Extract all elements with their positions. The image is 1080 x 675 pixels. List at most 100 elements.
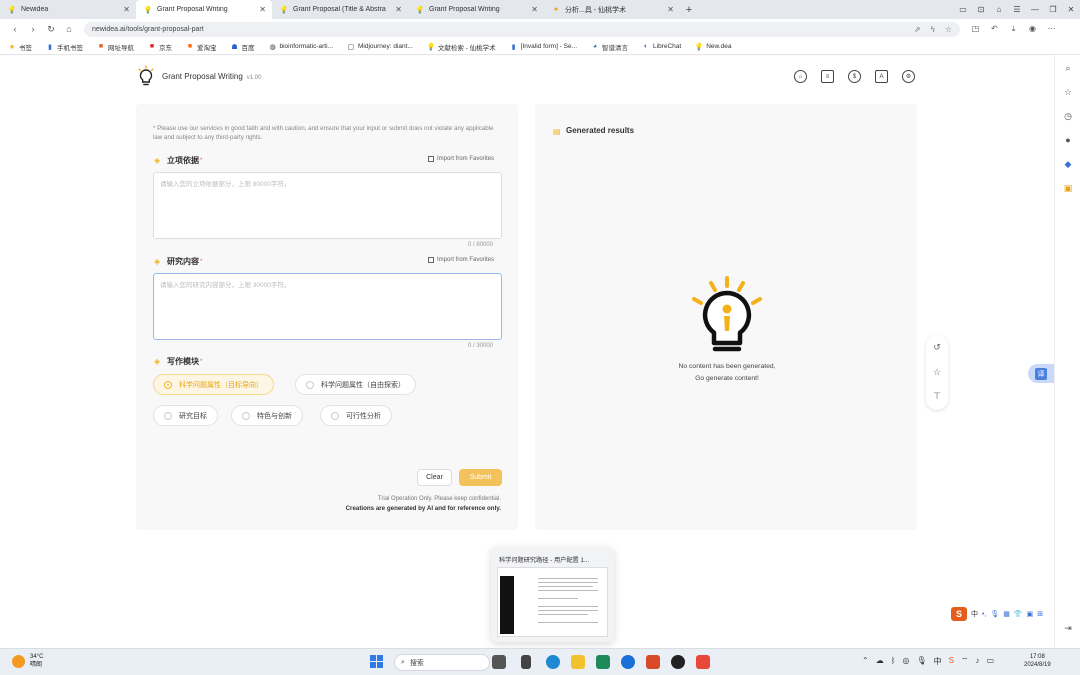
- currency-icon[interactable]: $: [848, 70, 861, 83]
- profile-icon[interactable]: ◉: [1023, 24, 1042, 34]
- basis-textarea[interactable]: 请输入您的立项依据部分，上限 80000字符。: [153, 172, 502, 239]
- submit-button[interactable]: Submit: [459, 469, 502, 486]
- bookmark-item[interactable]: ◐ LibreChat: [642, 43, 681, 51]
- wps-icon[interactable]: [696, 655, 710, 669]
- browser-tab-0[interactable]: 💡 Newidea ✕: [0, 0, 136, 19]
- bookmark-item[interactable]: 💡 文献检索 - 仙桃学术: [427, 42, 496, 52]
- bookmark-item[interactable]: ◍ bioinformatic-arti...: [269, 43, 333, 51]
- option-goal-oriented[interactable]: 科学问题属性（目标导向）: [153, 374, 274, 395]
- edge-icon[interactable]: [621, 655, 635, 669]
- game-icon[interactable]: ◆: [1062, 158, 1074, 170]
- back-icon[interactable]: ‹: [6, 24, 24, 34]
- toolbox-icon[interactable]: ▣: [1062, 182, 1074, 194]
- sogou-icon[interactable]: S: [951, 607, 967, 621]
- punctuation-icon[interactable]: •,: [982, 611, 986, 618]
- workspaces-icon[interactable]: ▭: [954, 5, 972, 14]
- home-icon[interactable]: ⌂: [60, 24, 78, 34]
- sync-icon[interactable]: ◎: [903, 656, 910, 667]
- bot-icon[interactable]: ●: [1062, 134, 1074, 146]
- bookmark-item[interactable]: 💡 New.dea: [695, 43, 732, 51]
- skin-icon[interactable]: 👕: [1014, 610, 1023, 618]
- close-tab-icon[interactable]: ✕: [531, 5, 538, 14]
- browser-tab-2[interactable]: 💡 Grant Proposal (Title & Abstra ✕: [272, 0, 408, 19]
- file-explorer-icon[interactable]: [571, 655, 585, 669]
- clock[interactable]: 17:08 2024/8/19: [1024, 653, 1051, 669]
- camera-app-icon[interactable]: [492, 655, 506, 669]
- translate-button[interactable]: 译: [1028, 364, 1054, 383]
- tools-icon[interactable]: ▣: [1027, 610, 1034, 618]
- browser-tab-4[interactable]: ● 分析...具 - 仙桃学术 ✕: [544, 0, 680, 19]
- new-tab-button[interactable]: +: [680, 0, 698, 19]
- windows-start-icon[interactable]: [370, 655, 383, 668]
- bookmark-item[interactable]: ■ 京东: [148, 42, 172, 52]
- bookmark-item[interactable]: ◕ 智谱清言: [591, 42, 628, 52]
- close-window-icon[interactable]: ✕: [1062, 5, 1080, 14]
- minimize-icon[interactable]: —: [1026, 5, 1044, 14]
- history-icon[interactable]: ◷: [1062, 110, 1074, 122]
- close-tab-icon[interactable]: ✕: [123, 5, 130, 14]
- history-icon[interactable]: ↺: [931, 341, 943, 353]
- close-tab-icon[interactable]: ✕: [667, 5, 674, 14]
- weather-widget[interactable]: 34°C 晴朗: [12, 653, 43, 669]
- collapse-sidebar-icon[interactable]: ⇥: [1062, 622, 1074, 634]
- menu-icon[interactable]: ☰: [1008, 5, 1026, 14]
- clear-button[interactable]: Clear: [417, 469, 452, 486]
- window-preview[interactable]: 科学问题研究路径 - 用户配置 1...: [491, 547, 614, 642]
- chevron-up-icon[interactable]: ⌃: [862, 656, 869, 667]
- more-icon[interactable]: ⋯: [1042, 24, 1061, 34]
- close-tab-icon[interactable]: ✕: [395, 5, 402, 14]
- volume-icon[interactable]: ♪: [976, 656, 980, 667]
- settings-icon[interactable]: ⚙: [902, 70, 915, 83]
- import-favorites-button[interactable]: Import from Favorites: [428, 257, 494, 263]
- home-icon[interactable]: ⌂: [794, 70, 807, 83]
- mic-icon[interactable]: 🎙: [990, 610, 999, 618]
- document-icon[interactable]: ≡: [821, 70, 834, 83]
- keyboard-icon[interactable]: ▦: [1003, 610, 1010, 618]
- url-field[interactable]: newidea.ai/tools/grant-proposal-part ⇗ ϟ…: [84, 21, 960, 37]
- extension-icon[interactable]: ◳: [966, 24, 985, 34]
- mic-icon[interactable]: 🎙: [917, 656, 927, 667]
- bookmark-item[interactable]: ☗ 百度: [231, 42, 254, 52]
- battery-icon[interactable]: ▭: [987, 656, 995, 667]
- option-free-exploration[interactable]: 科学问题属性（自由探索）: [295, 374, 416, 395]
- extensions-icon[interactable]: ⌂: [990, 5, 1008, 14]
- chrome-icon[interactable]: [671, 655, 685, 669]
- bookmark-item[interactable]: ■ 爱淘宝: [186, 42, 217, 52]
- import-favorites-button[interactable]: Import from Favorites: [428, 156, 494, 162]
- option-research-goal[interactable]: 研究目标: [153, 405, 218, 426]
- close-tab-icon[interactable]: ✕: [259, 5, 266, 14]
- language-icon[interactable]: A: [875, 70, 888, 83]
- ime-lang[interactable]: 中: [971, 609, 978, 619]
- task-view-icon[interactable]: [521, 655, 531, 669]
- star-icon[interactable]: ☆: [945, 25, 952, 34]
- edge-browser-icon[interactable]: [546, 655, 560, 669]
- favorites-icon[interactable]: ☆: [1062, 86, 1074, 98]
- option-innovation[interactable]: 特色与创新: [231, 405, 303, 426]
- maximize-icon[interactable]: ❐: [1044, 5, 1062, 14]
- option-feasibility[interactable]: 可行性分析: [320, 405, 392, 426]
- bookmark-item[interactable]: ★ 书签: [8, 42, 32, 52]
- flash-icon[interactable]: ϟ: [931, 25, 935, 34]
- bulb-logo-icon[interactable]: [136, 65, 156, 87]
- taskbar-search[interactable]: ⌕ 搜索: [394, 654, 490, 671]
- cloud-icon[interactable]: ☁: [876, 656, 884, 667]
- wifi-icon[interactable]: ⌔: [961, 656, 969, 667]
- scroll-top-icon[interactable]: ⊤: [931, 390, 943, 402]
- search-icon[interactable]: ⌕: [1062, 62, 1074, 74]
- ime-indicator-icon[interactable]: 中: [934, 656, 942, 667]
- grid-icon[interactable]: ⊞: [1037, 610, 1043, 618]
- sogou-tray-icon[interactable]: S: [949, 656, 954, 667]
- forward-icon[interactable]: ›: [24, 24, 42, 34]
- download-icon[interactable]: ⤓: [1004, 24, 1023, 34]
- undo-icon[interactable]: ↶: [985, 24, 1004, 34]
- reload-icon[interactable]: ↻: [42, 24, 60, 35]
- share-icon[interactable]: ⇗: [914, 25, 921, 34]
- bookmark-item[interactable]: ▮ [Invalid form] - Se...: [510, 43, 577, 51]
- bluetooth-icon[interactable]: ᛒ: [891, 656, 896, 667]
- favorite-star-icon[interactable]: ☆: [931, 366, 943, 378]
- screenshot-icon[interactable]: ⊡: [972, 5, 990, 14]
- browser-tab-3[interactable]: 💡 Grant Proposal Writing ✕: [408, 0, 544, 19]
- bookmark-item[interactable]: ▢ Midjourney: diant...: [347, 43, 413, 51]
- browser-tab-1[interactable]: 💡 Grant Proposal Writing ✕: [136, 0, 272, 19]
- app-icon[interactable]: [596, 655, 610, 669]
